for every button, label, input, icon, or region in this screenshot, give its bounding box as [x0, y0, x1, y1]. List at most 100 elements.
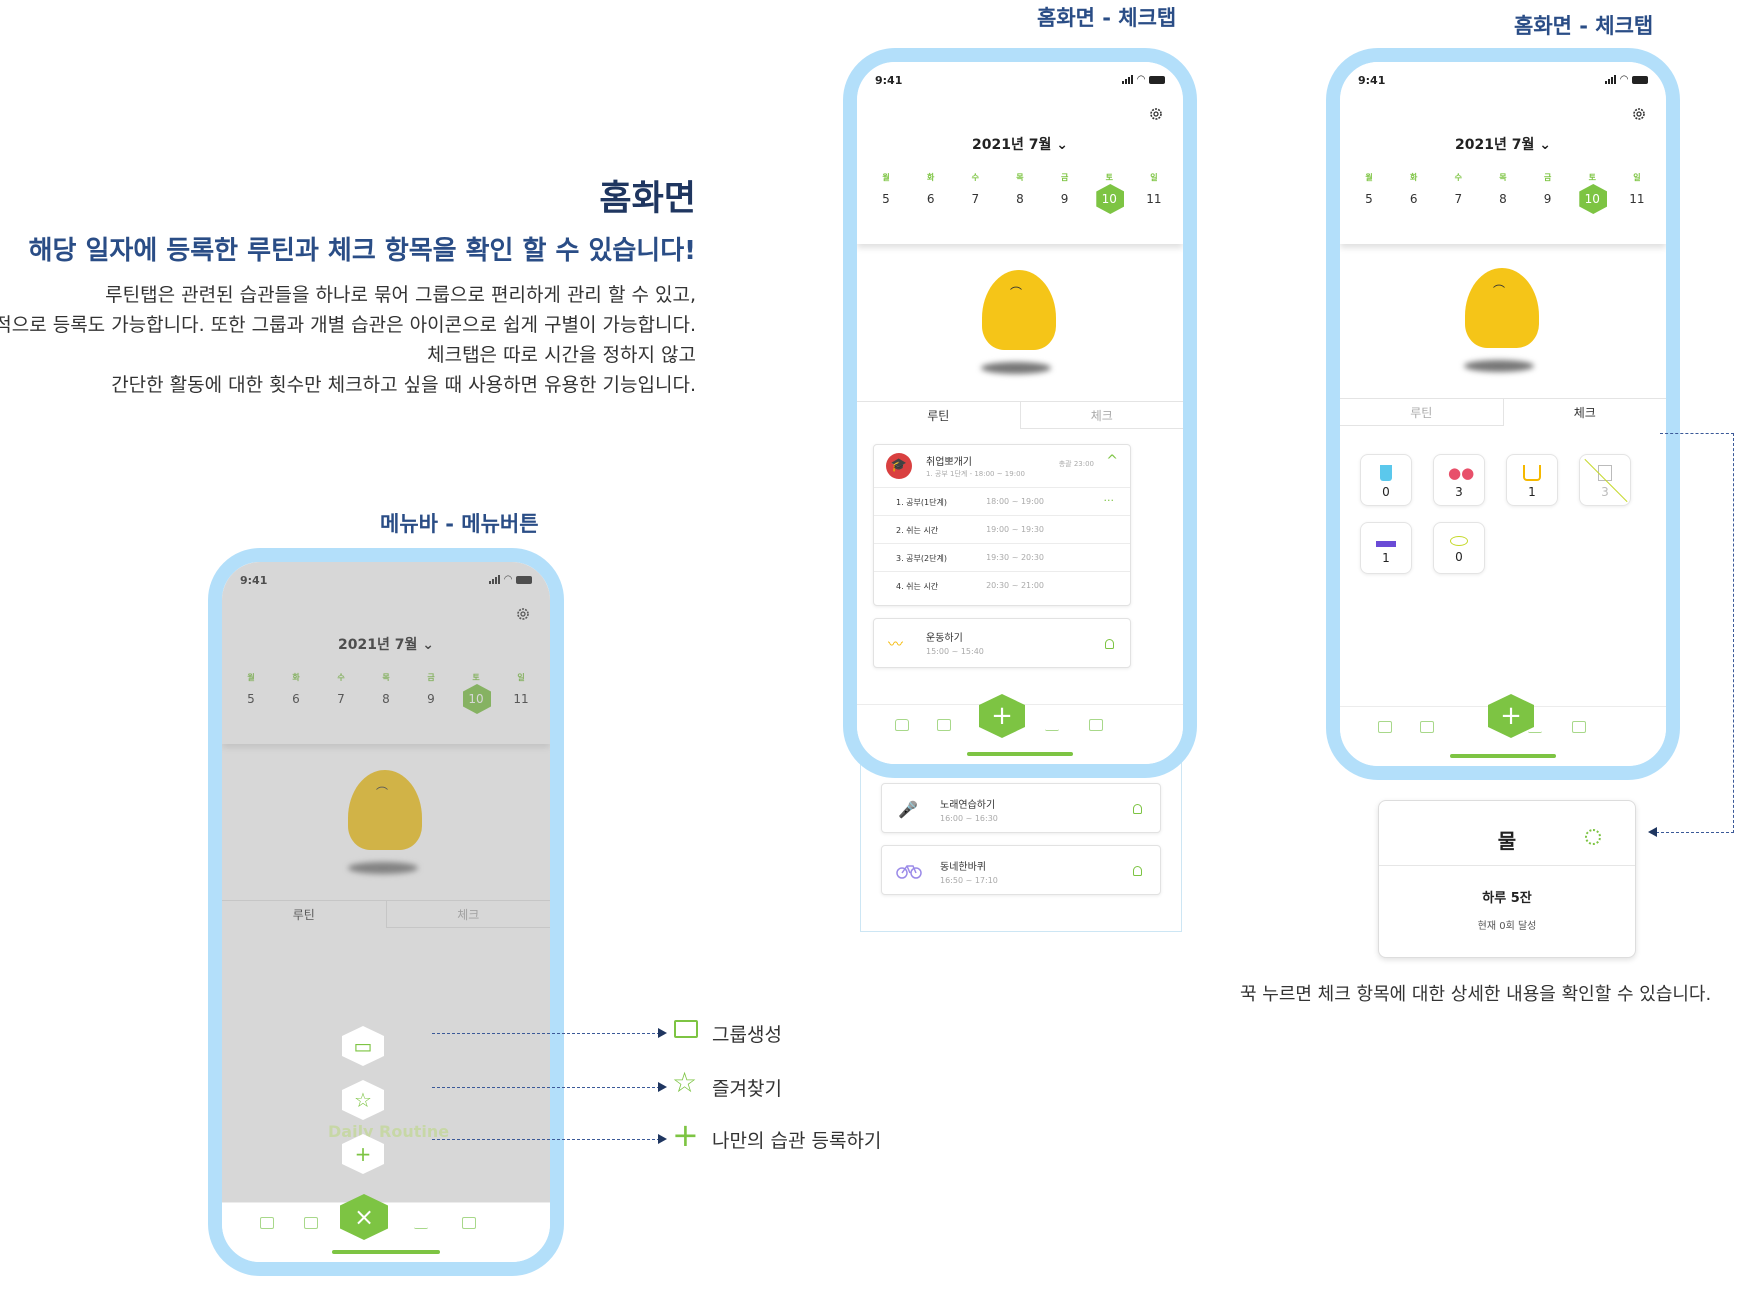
check-count: 1 [1528, 485, 1536, 499]
check-detail-popover[interactable]: 물 하루 5잔 현재 0회 달성 [1378, 800, 1636, 958]
bell-icon[interactable] [1133, 804, 1142, 814]
habit-card[interactable]: 동네한바퀴 16:50 ~ 17:10 [881, 845, 1161, 895]
home-icon[interactable] [260, 1217, 274, 1229]
calendar-icon[interactable] [1420, 721, 1434, 733]
date-number: 9 [1060, 192, 1069, 206]
calendar-icon[interactable] [937, 719, 951, 731]
arrow-right-icon [658, 1134, 667, 1144]
day-mon[interactable]: 월5 [869, 172, 903, 210]
menu-dim-overlay[interactable] [222, 562, 550, 1202]
check-item[interactable]: 0 [1360, 454, 1412, 506]
month-selector[interactable]: 2021년 7월 ⌄ [1340, 134, 1666, 154]
gear-icon[interactable] [1149, 106, 1163, 120]
note-icon[interactable] [462, 1217, 476, 1229]
description-line: 간단한 활동에 대한 횟수만 체크하고 싶을 때 사용하면 유용한 기능입니다. [111, 374, 696, 396]
routine-group-card[interactable]: 🎓 취업뽀개기 1. 공부 1단계 - 18:00 ~ 19:00 총괄 23:… [873, 444, 1131, 606]
day-fri[interactable]: 금9 [1048, 172, 1082, 210]
bicycle-icon [896, 865, 922, 879]
home-indicator [1450, 754, 1556, 758]
check-item[interactable]: 3 [1579, 454, 1631, 506]
step-time: 18:00 ~ 19:00 [986, 497, 1044, 506]
day-thu[interactable]: 목8 [1486, 172, 1520, 210]
status-bar: 9:41 ◠ [875, 74, 1165, 90]
popover-goal: 하루 5잔 [1482, 891, 1532, 906]
weekday-label: 금 [1543, 173, 1552, 182]
weekday-label: 목 [1016, 173, 1024, 182]
popover-divider [1379, 865, 1635, 866]
day-thu[interactable]: 목8 [1003, 172, 1037, 210]
stats-icon[interactable] [414, 1217, 428, 1229]
day-fri[interactable]: 금9 [1531, 172, 1565, 210]
day-sat-selected[interactable]: 토 10 [1575, 172, 1609, 214]
connector-line [1660, 433, 1734, 434]
chevron-up-icon[interactable]: ^ [1106, 453, 1118, 469]
tab-check[interactable]: 체크 [1019, 402, 1183, 429]
star-icon: ☆ [354, 1088, 372, 1112]
check-item[interactable]: 1 [1506, 454, 1558, 506]
bell-icon[interactable] [1133, 866, 1142, 876]
routine-step[interactable]: 1. 공부(1단계) 18:00 ~ 19:00 ··· [874, 487, 1130, 514]
watermark-logo: Daily Routine [328, 1122, 450, 1141]
note-icon[interactable] [1572, 721, 1586, 733]
caption-menu: 메뉴바 - 메뉴버튼 [380, 512, 539, 536]
home-icon[interactable] [1378, 721, 1392, 733]
home-icon[interactable] [895, 719, 909, 731]
tab-routine[interactable]: 루틴 [857, 402, 1020, 429]
habit-card[interactable]: 〰 운동하기 15:00 ~ 15:40 [873, 618, 1131, 668]
chevron-down-icon: ⌄ [1056, 137, 1068, 153]
wifi-icon: ◠ [1620, 74, 1628, 85]
more-icon[interactable]: ··· [1104, 494, 1115, 507]
description-line: 체크탭은 따로 시간을 정하지 않고 [427, 344, 696, 366]
status-time: 9:41 [875, 74, 903, 87]
routine-step[interactable]: 4. 쉬는 시간 20:30 ~ 21:00 [874, 571, 1130, 598]
caption-home-routine: 홈화면 - 체크탭 [1037, 6, 1177, 30]
popover-caption: 꾹 누르면 체크 항목에 대한 상세한 내용을 확인할 수 있습니다. [1240, 984, 1712, 1005]
month-label: 2021년 7월 [1455, 137, 1535, 153]
connector-line [432, 1033, 660, 1034]
check-count: 3 [1455, 485, 1463, 499]
tab-routine[interactable]: 루틴 [1340, 399, 1504, 426]
arrow-right-icon [658, 1082, 667, 1092]
home-indicator [332, 1250, 440, 1254]
section-title: 홈화면 [599, 179, 696, 219]
check-item[interactable]: 1 [1360, 522, 1412, 574]
calendar-icon[interactable] [304, 1217, 318, 1229]
day-sat-selected[interactable]: 토 10 [1092, 172, 1126, 214]
month-selector[interactable]: 2021년 7월 ⌄ [857, 134, 1183, 154]
description-line: 루틴탭은 관련된 습관들을 하나로 묶어 그룹으로 편리하게 관리 할 수 있고… [105, 284, 696, 306]
step-name: 1. 공부(1단계) [896, 498, 947, 507]
habit-card[interactable]: 🎤 노래연습하기 16:00 ~ 16:30 [881, 783, 1161, 833]
date-number: 6 [1409, 192, 1418, 206]
group-total-time: 총괄 23:00 [1058, 460, 1094, 468]
habit-title: 운동하기 [926, 633, 963, 644]
weekday-label: 금 [1060, 173, 1069, 182]
check-count: 0 [1455, 550, 1463, 564]
day-sun[interactable]: 일 11 [1137, 172, 1171, 210]
gear-icon[interactable] [1585, 829, 1601, 845]
check-item[interactable]: ●● 3 [1433, 454, 1485, 506]
water-cup-icon [1380, 465, 1392, 481]
weekday-label: 수 [971, 173, 979, 182]
stats-icon[interactable] [1045, 719, 1059, 731]
bell-icon[interactable] [1105, 639, 1114, 649]
gear-icon[interactable] [1632, 106, 1646, 120]
check-item[interactable]: 0 [1433, 522, 1485, 574]
step-name: 2. 쉬는 시간 [896, 526, 939, 535]
weekday-label: 화 [1409, 173, 1418, 182]
routine-step[interactable]: 2. 쉬는 시간 19:00 ~ 19:30 [874, 515, 1130, 542]
day-tue[interactable]: 화6 [1397, 172, 1431, 210]
routine-step[interactable]: 3. 공부(2단계) 19:30 ~ 20:30 [874, 543, 1130, 570]
battery-icon [1149, 75, 1165, 84]
status-time: 9:41 [1358, 74, 1386, 87]
day-sun[interactable]: 일 11 [1620, 172, 1654, 210]
menu-label-add-habit: 나만의 습관 등록하기 [712, 1130, 882, 1152]
note-icon[interactable] [1089, 719, 1103, 731]
day-wed[interactable]: 수7 [1441, 172, 1475, 210]
day-tue[interactable]: 화6 [914, 172, 948, 210]
star-icon: ☆ [672, 1066, 698, 1099]
plus-icon: + [354, 1142, 372, 1166]
day-wed[interactable]: 수7 [958, 172, 992, 210]
day-mon[interactable]: 월5 [1352, 172, 1386, 210]
tab-check[interactable]: 체크 [1504, 399, 1667, 426]
folder-icon: ▭ [353, 1034, 373, 1058]
